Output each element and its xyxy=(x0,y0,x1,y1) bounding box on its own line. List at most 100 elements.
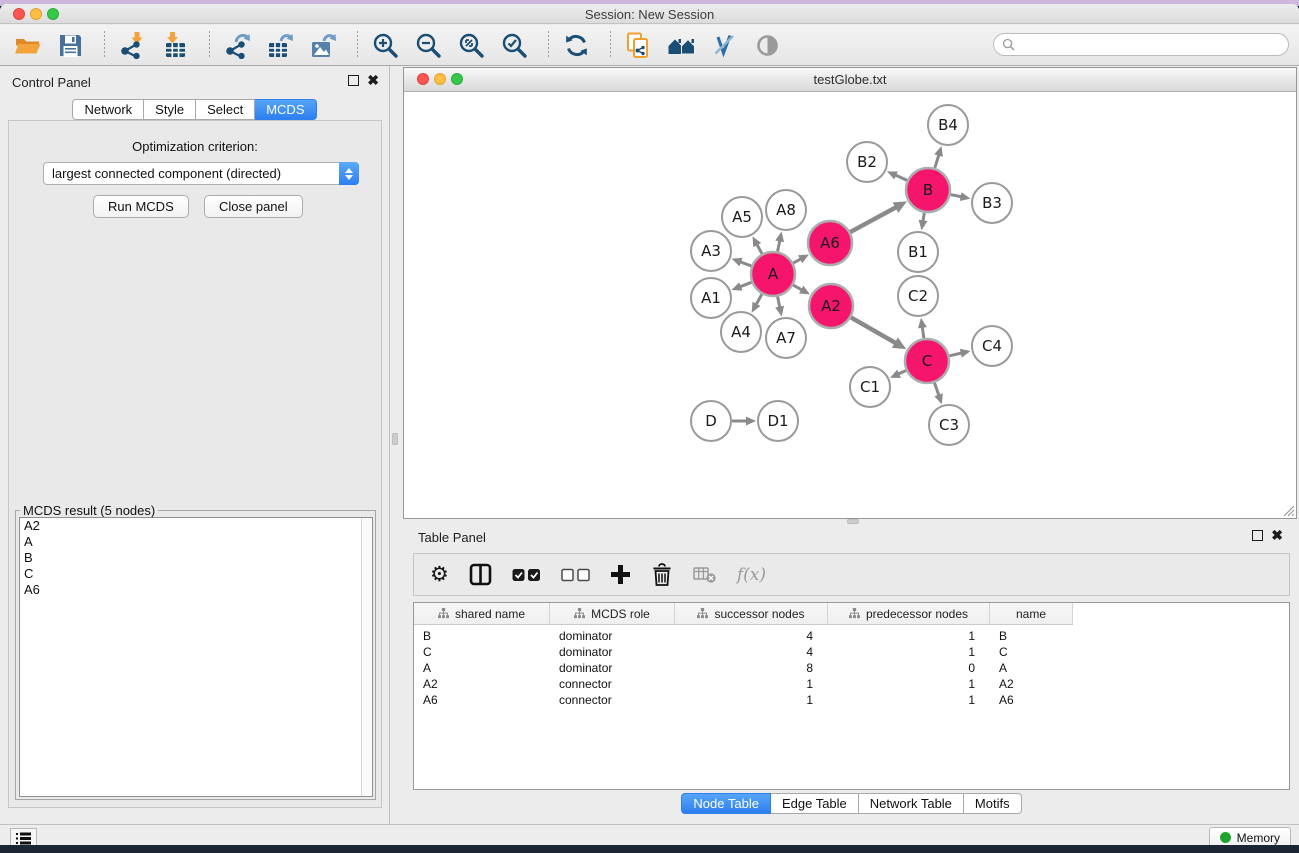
table-cell[interactable]: connector xyxy=(550,693,675,707)
table-cell[interactable]: A xyxy=(414,661,550,675)
column-visibility-icon[interactable] xyxy=(469,563,492,586)
float-panel-icon[interactable] xyxy=(348,75,359,86)
deselect-all-icon[interactable] xyxy=(561,568,590,582)
column-header-mcds-role[interactable]: MCDS role xyxy=(550,603,675,624)
column-header-successor-nodes[interactable]: successor nodes xyxy=(675,603,828,624)
close-table-panel-icon[interactable]: ✖ xyxy=(1271,530,1283,541)
toolbar-separator xyxy=(209,31,210,59)
close-panel-icon[interactable]: ✖ xyxy=(367,75,379,86)
export-image-icon[interactable] xyxy=(310,32,337,59)
edge-C-C4[interactable] xyxy=(949,353,962,356)
delete-table-icon[interactable] xyxy=(693,565,717,584)
table-row[interactable]: Adominator80A xyxy=(414,660,1289,676)
tab-network[interactable]: Network xyxy=(72,99,144,120)
close-panel-button[interactable]: Close panel xyxy=(204,195,303,218)
edge-A-A1[interactable] xyxy=(739,282,752,287)
run-mcds-button[interactable]: Run MCDS xyxy=(93,195,189,218)
task-history-button[interactable] xyxy=(10,828,37,845)
open-session-icon[interactable] xyxy=(14,32,41,59)
table-cell[interactable]: A6 xyxy=(990,693,1073,707)
table-tab-node-table[interactable]: Node Table xyxy=(681,793,771,814)
hide-panels-icon[interactable] xyxy=(711,32,738,59)
zoom-out-icon[interactable] xyxy=(415,32,442,59)
select-all-icon[interactable] xyxy=(512,568,541,582)
table-cell[interactable]: 1 xyxy=(675,677,828,691)
save-session-icon[interactable] xyxy=(57,32,84,59)
table-cell[interactable]: 1 xyxy=(828,645,990,659)
table-tab-edge-table[interactable]: Edge Table xyxy=(771,793,859,814)
table-tab-network-table[interactable]: Network Table xyxy=(859,793,964,814)
table-cell[interactable]: dominator xyxy=(550,661,675,675)
mcds-result-item[interactable]: C xyxy=(20,566,372,582)
table-cell[interactable]: C xyxy=(990,645,1073,659)
column-header-predecessor-nodes[interactable]: predecessor nodes xyxy=(828,603,990,624)
import-network-icon[interactable] xyxy=(119,32,146,59)
refresh-icon[interactable] xyxy=(563,32,590,59)
table-cell[interactable]: dominator xyxy=(550,645,675,659)
edge-A6-B[interactable] xyxy=(850,207,897,232)
float-table-panel-icon[interactable] xyxy=(1252,530,1263,541)
mcds-result-item[interactable]: A xyxy=(20,534,372,550)
table-cell[interactable]: B xyxy=(990,629,1073,643)
show-graphics-details-icon[interactable] xyxy=(754,32,781,59)
tab-mcds[interactable]: MCDS xyxy=(255,99,316,120)
table-cell[interactable]: 1 xyxy=(675,693,828,707)
tab-select[interactable]: Select xyxy=(196,99,255,120)
edge-A2-C[interactable] xyxy=(851,317,897,343)
home-icon[interactable] xyxy=(668,32,695,59)
mcds-result-item[interactable]: A6 xyxy=(20,582,372,598)
edge-B-B2[interactable] xyxy=(894,175,907,181)
tab-style[interactable]: Style xyxy=(144,99,196,120)
mcds-result-list[interactable]: A2ABCA6 xyxy=(19,517,373,797)
table-cell[interactable]: 1 xyxy=(828,629,990,643)
search-input[interactable] xyxy=(993,33,1289,56)
table-row[interactable]: A2connector11A2 xyxy=(414,676,1289,692)
export-network-icon[interactable] xyxy=(224,32,251,59)
table-cell[interactable]: connector xyxy=(550,677,675,691)
table-cell[interactable]: 1 xyxy=(828,677,990,691)
table-cell[interactable]: A6 xyxy=(414,693,550,707)
splitter-handle[interactable] xyxy=(847,519,859,524)
add-column-icon[interactable] xyxy=(610,564,631,585)
zoom-selected-icon[interactable] xyxy=(501,32,528,59)
app-titlebar[interactable]: Session: New Session xyxy=(0,4,1299,24)
vertical-splitter-handle[interactable] xyxy=(392,433,398,445)
zoom-fit-icon[interactable] xyxy=(458,32,485,59)
table-cell[interactable]: 4 xyxy=(675,645,828,659)
desktop: Session: New Session xyxy=(0,0,1299,853)
list-scrollbar[interactable] xyxy=(361,518,372,796)
delete-column-icon[interactable] xyxy=(651,563,673,586)
copy-current-network-icon[interactable] xyxy=(625,32,652,59)
edge-C-C3[interactable] xyxy=(934,383,939,397)
function-builder-icon[interactable]: f(x) xyxy=(737,565,766,585)
mcds-result-item[interactable]: A2 xyxy=(20,518,372,534)
table-cell[interactable]: A2 xyxy=(990,677,1073,691)
import-table-icon[interactable] xyxy=(162,32,189,59)
table-cell[interactable]: dominator xyxy=(550,629,675,643)
table-row[interactable]: Cdominator41C xyxy=(414,644,1289,660)
network-canvas[interactable]: B4B2BB3A5A8A6A3AB1A1A2C2A4A7C4CC1DD1C3 xyxy=(404,93,1296,518)
table-options-gear-icon[interactable]: ⚙ xyxy=(430,564,449,585)
edge-B-B4[interactable] xyxy=(935,154,939,168)
table-tab-motifs[interactable]: Motifs xyxy=(964,793,1022,814)
table-cell[interactable]: 1 xyxy=(828,693,990,707)
mcds-result-item[interactable]: B xyxy=(20,550,372,566)
table-cell[interactable]: A2 xyxy=(414,677,550,691)
export-table-icon[interactable] xyxy=(267,32,294,59)
column-header-name[interactable]: name xyxy=(990,603,1073,624)
zoom-in-icon[interactable] xyxy=(372,32,399,59)
table-cell[interactable]: 4 xyxy=(675,629,828,643)
resize-grip-icon[interactable] xyxy=(1281,503,1295,517)
table-cell[interactable]: 8 xyxy=(675,661,828,675)
table-cell[interactable]: C xyxy=(414,645,550,659)
table-row[interactable]: Bdominator41B xyxy=(414,628,1289,644)
network-window-titlebar[interactable]: testGlobe.txt xyxy=(404,68,1296,92)
criterion-dropdown[interactable]: largest connected component (directed) xyxy=(43,162,359,185)
table-cell[interactable]: A xyxy=(990,661,1073,675)
table-cell[interactable]: 0 xyxy=(828,661,990,675)
criterion-value: largest connected component (directed) xyxy=(44,166,339,181)
table-cell[interactable]: B xyxy=(414,629,550,643)
column-header-shared-name[interactable]: shared name xyxy=(414,603,550,624)
memory-button[interactable]: Memory xyxy=(1209,827,1291,845)
table-row[interactable]: A6connector11A6 xyxy=(414,692,1289,708)
